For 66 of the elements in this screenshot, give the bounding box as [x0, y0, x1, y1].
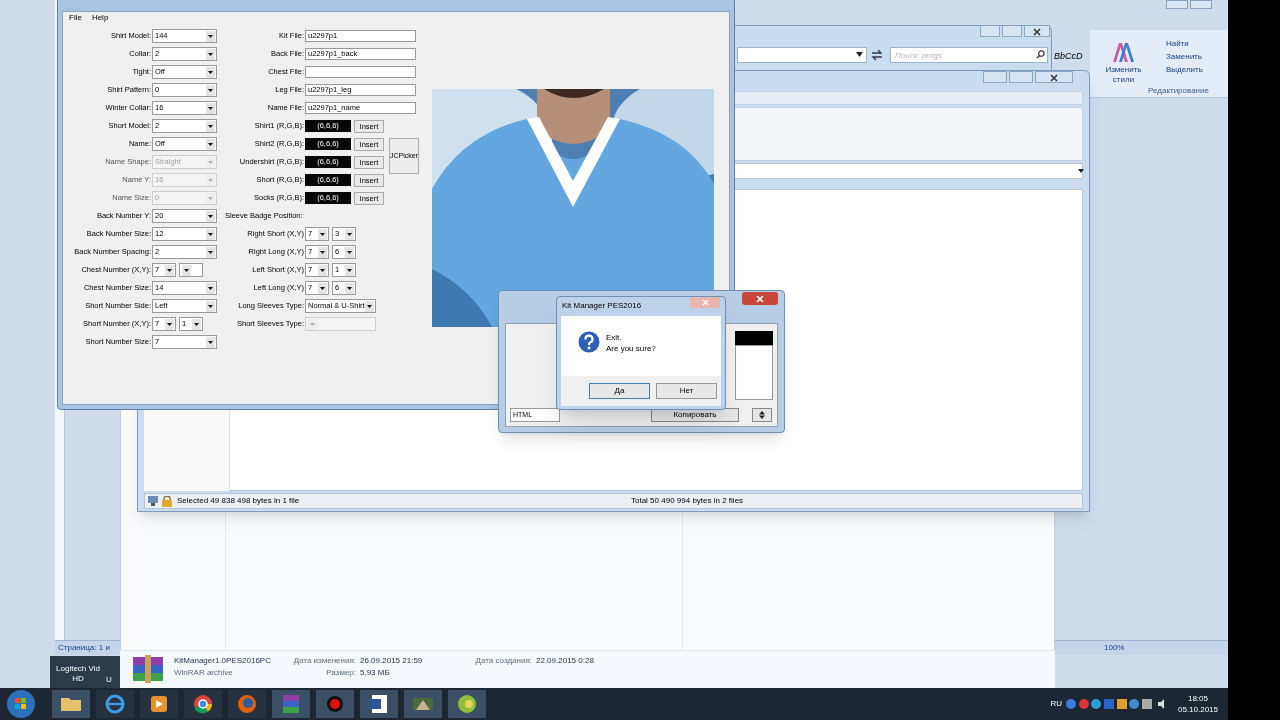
refresh-icon[interactable]	[870, 48, 884, 62]
page-indicator: Страница: 1 и	[58, 642, 110, 654]
record-icon[interactable]	[316, 690, 354, 718]
caret-icon	[1078, 169, 1084, 173]
caret-icon	[856, 52, 863, 57]
close-button[interactable]	[1035, 71, 1073, 83]
spinner-button[interactable]	[752, 408, 772, 422]
dialog-title: Kit Manager PES2016	[562, 300, 642, 312]
question-icon	[578, 331, 600, 353]
color-swatch	[735, 331, 773, 345]
desktop-icon-label[interactable]: U	[106, 674, 112, 686]
document-icon[interactable]	[360, 690, 398, 718]
field-value: 22.09.2015 0:28	[536, 655, 595, 667]
desktop-background	[50, 656, 120, 688]
browser-icon[interactable]	[96, 690, 134, 718]
up-down-icon	[759, 411, 765, 419]
close-icon	[1050, 73, 1058, 82]
text-field[interactable]	[305, 66, 416, 78]
letters-icon	[1111, 40, 1135, 64]
dialog-button[interactable]: Нет	[656, 383, 717, 399]
close-icon	[701, 299, 709, 307]
start-button[interactable]	[6, 689, 36, 719]
field-value: 5,93 МБ	[360, 667, 391, 679]
clock[interactable]: 18:05 05.10.2015	[1177, 693, 1218, 715]
media-player-icon[interactable]	[140, 690, 178, 718]
address-field[interactable]	[737, 47, 867, 63]
menu-item[interactable]: File	[69, 12, 82, 24]
menu-item[interactable]: Help	[91, 12, 109, 24]
field-value: 26.09.2015 21:59	[360, 655, 424, 667]
group-label: Редактирование	[1148, 85, 1209, 97]
file-type: WinRAR archive	[174, 667, 234, 679]
chameleon-icon[interactable]	[448, 690, 486, 718]
close-icon	[1033, 27, 1041, 36]
search-icon	[1036, 50, 1045, 59]
message-text: Are you sure?	[606, 343, 656, 354]
lock-icon	[161, 495, 173, 507]
desktop-icon-label[interactable]: Logitech Vid HD	[52, 664, 104, 684]
ribbon-button[interactable]: Выделить	[1152, 65, 1203, 75]
ribbon-button[interactable]: Заменить	[1152, 52, 1203, 62]
close-button[interactable]	[742, 292, 778, 305]
folder-icon[interactable]	[52, 690, 90, 718]
dropdown[interactable]	[179, 263, 203, 277]
chrome-icon[interactable]	[184, 690, 222, 718]
tray-icons-drawing[interactable]	[1065, 698, 1154, 710]
message-text: Exit.	[606, 332, 623, 343]
preview-panel	[735, 345, 773, 400]
close-icon	[756, 294, 764, 303]
status-text: Selected 49 838 498 bytes in 1 file	[177, 495, 301, 507]
archive-icon[interactable]	[272, 690, 310, 718]
archive-icon	[132, 655, 164, 683]
style-preview[interactable]: BbCcD	[1054, 50, 1083, 64]
close-button[interactable]	[1024, 25, 1050, 37]
file-name: KitManager1.0PES2016PC	[174, 655, 272, 667]
firefox-icon[interactable]	[228, 690, 266, 718]
search-field[interactable]: Поиск: progs	[890, 47, 1048, 63]
zoom-level: 100%	[1104, 642, 1125, 654]
field-label: Размер:	[325, 667, 356, 679]
dialog-button[interactable]: Да	[589, 383, 650, 399]
game-icon[interactable]	[404, 690, 442, 718]
change-styles-button[interactable]: Изменить стили	[1101, 65, 1146, 85]
field-label: Дата изменения:	[292, 655, 356, 667]
ribbon-button[interactable]: Найти	[1152, 39, 1203, 49]
field-label: Дата создания:	[474, 655, 532, 667]
status-text: Total 50 490 994 bytes in 2 files	[631, 495, 744, 507]
language-indicator[interactable]: RU	[1050, 698, 1062, 710]
computer-icon	[148, 496, 160, 506]
